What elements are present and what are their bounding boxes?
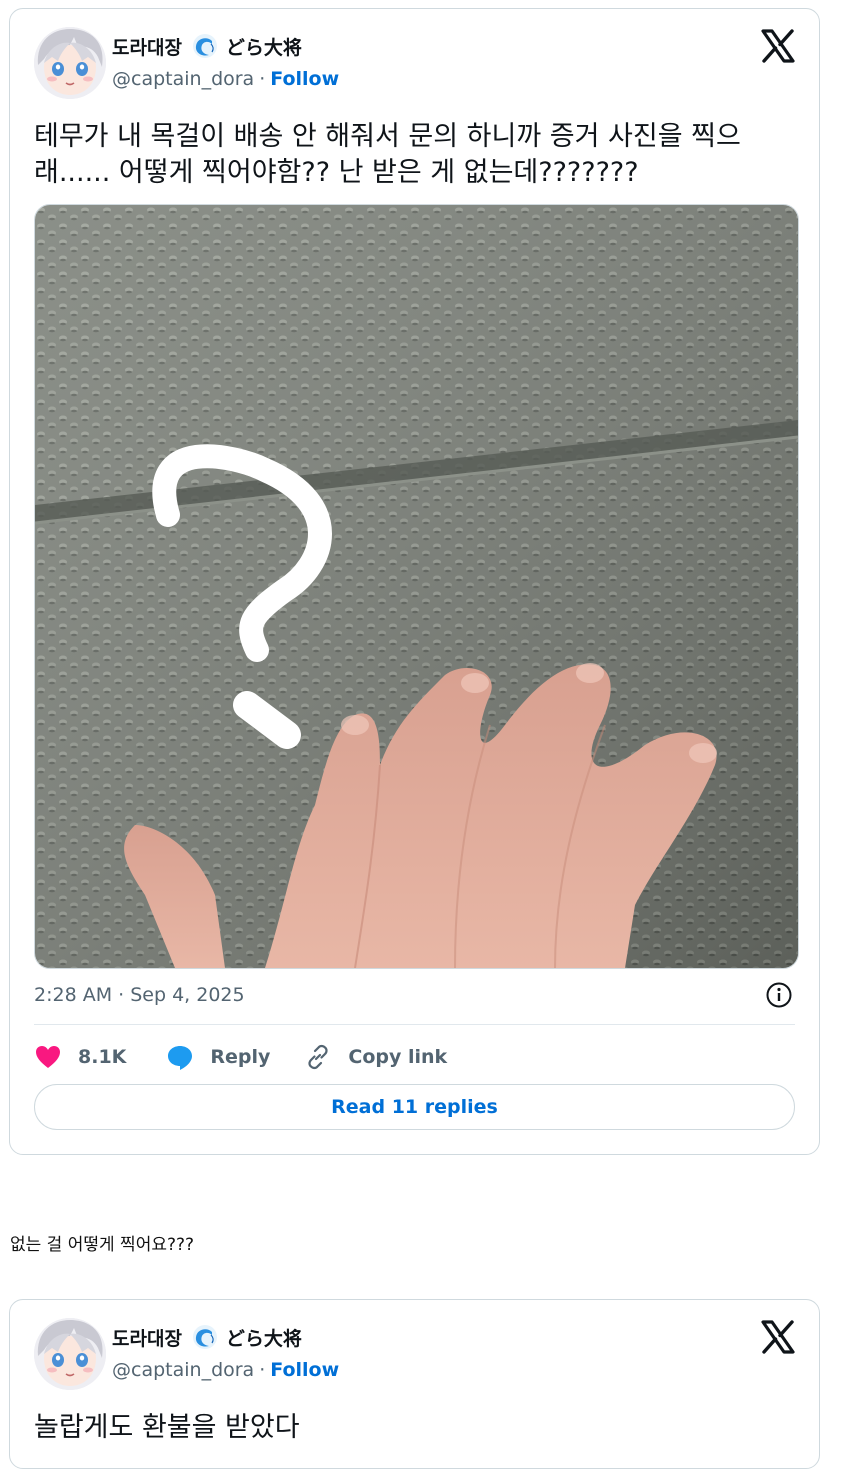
tweet-timestamp[interactable]: 2:28 AM · Sep 4, 2025 — [34, 984, 245, 1006]
follow-button[interactable]: Follow — [270, 68, 339, 90]
follow-button[interactable]: Follow — [270, 1359, 339, 1381]
display-name-jp[interactable]: どら大将 — [226, 33, 302, 60]
tweet-card: 도라대장 どら大将 @captain_dora · Follow 테무가 내 목… — [9, 8, 820, 1155]
speech-bubble-icon — [168, 1046, 193, 1070]
avatar-image — [34, 1318, 106, 1390]
copy-link-label: Copy link — [348, 1046, 448, 1068]
tweet-photo[interactable] — [34, 204, 799, 969]
like-count: 8.1K — [78, 1046, 127, 1068]
wave-badge-icon — [192, 34, 217, 58]
wave-badge-icon — [192, 1325, 217, 1349]
display-name[interactable]: 도라대장 — [112, 1324, 182, 1351]
tweet-actions: 8.1K Reply Copy link — [34, 1039, 447, 1075]
user-handle[interactable]: @captain_dora — [112, 1359, 254, 1381]
display-name[interactable]: 도라대장 — [112, 33, 182, 60]
handle-row: @captain_dora · Follow — [112, 68, 339, 90]
divider — [34, 1024, 795, 1025]
x-logo-icon[interactable] — [761, 29, 795, 63]
author-name-row[interactable]: 도라대장 どら大将 — [112, 32, 302, 60]
reply-label: Reply — [210, 1046, 271, 1068]
display-name-jp[interactable]: どら大将 — [226, 1324, 302, 1351]
link-icon — [308, 1044, 329, 1070]
heart-icon — [36, 1046, 60, 1068]
tweet-text: 테무가 내 목걸이 배송 안 해줘서 문의 하니까 증거 사진을 찍으 래...… — [34, 121, 741, 188]
x-logo-icon[interactable] — [761, 1320, 795, 1354]
avatar[interactable] — [34, 27, 106, 99]
like-button[interactable]: 8.1K — [34, 1043, 126, 1071]
caption-text: 없는 걸 어떻게 찍어요??? — [10, 1235, 195, 1255]
user-handle[interactable]: @captain_dora — [112, 68, 254, 90]
separator-dot: · — [259, 68, 266, 90]
read-replies-button[interactable]: Read 11 replies — [34, 1084, 795, 1130]
photo-hand-on-carpet — [35, 205, 798, 968]
tweet-card: 도라대장 どら大将 @captain_dora · Follow 놀랍게도 환불… — [9, 1299, 820, 1469]
copy-link-button[interactable]: Copy link — [304, 1043, 447, 1071]
info-icon[interactable] — [765, 981, 793, 1009]
tweet-text: 놀랍게도 환불을 받았다 — [34, 1412, 300, 1443]
reply-button[interactable]: Reply — [166, 1043, 270, 1071]
separator-dot: · — [259, 1359, 266, 1381]
avatar[interactable] — [34, 1318, 106, 1390]
avatar-image — [34, 27, 106, 99]
handle-row: @captain_dora · Follow — [112, 1359, 339, 1381]
author-name-row[interactable]: 도라대장 どら大将 — [112, 1323, 302, 1351]
